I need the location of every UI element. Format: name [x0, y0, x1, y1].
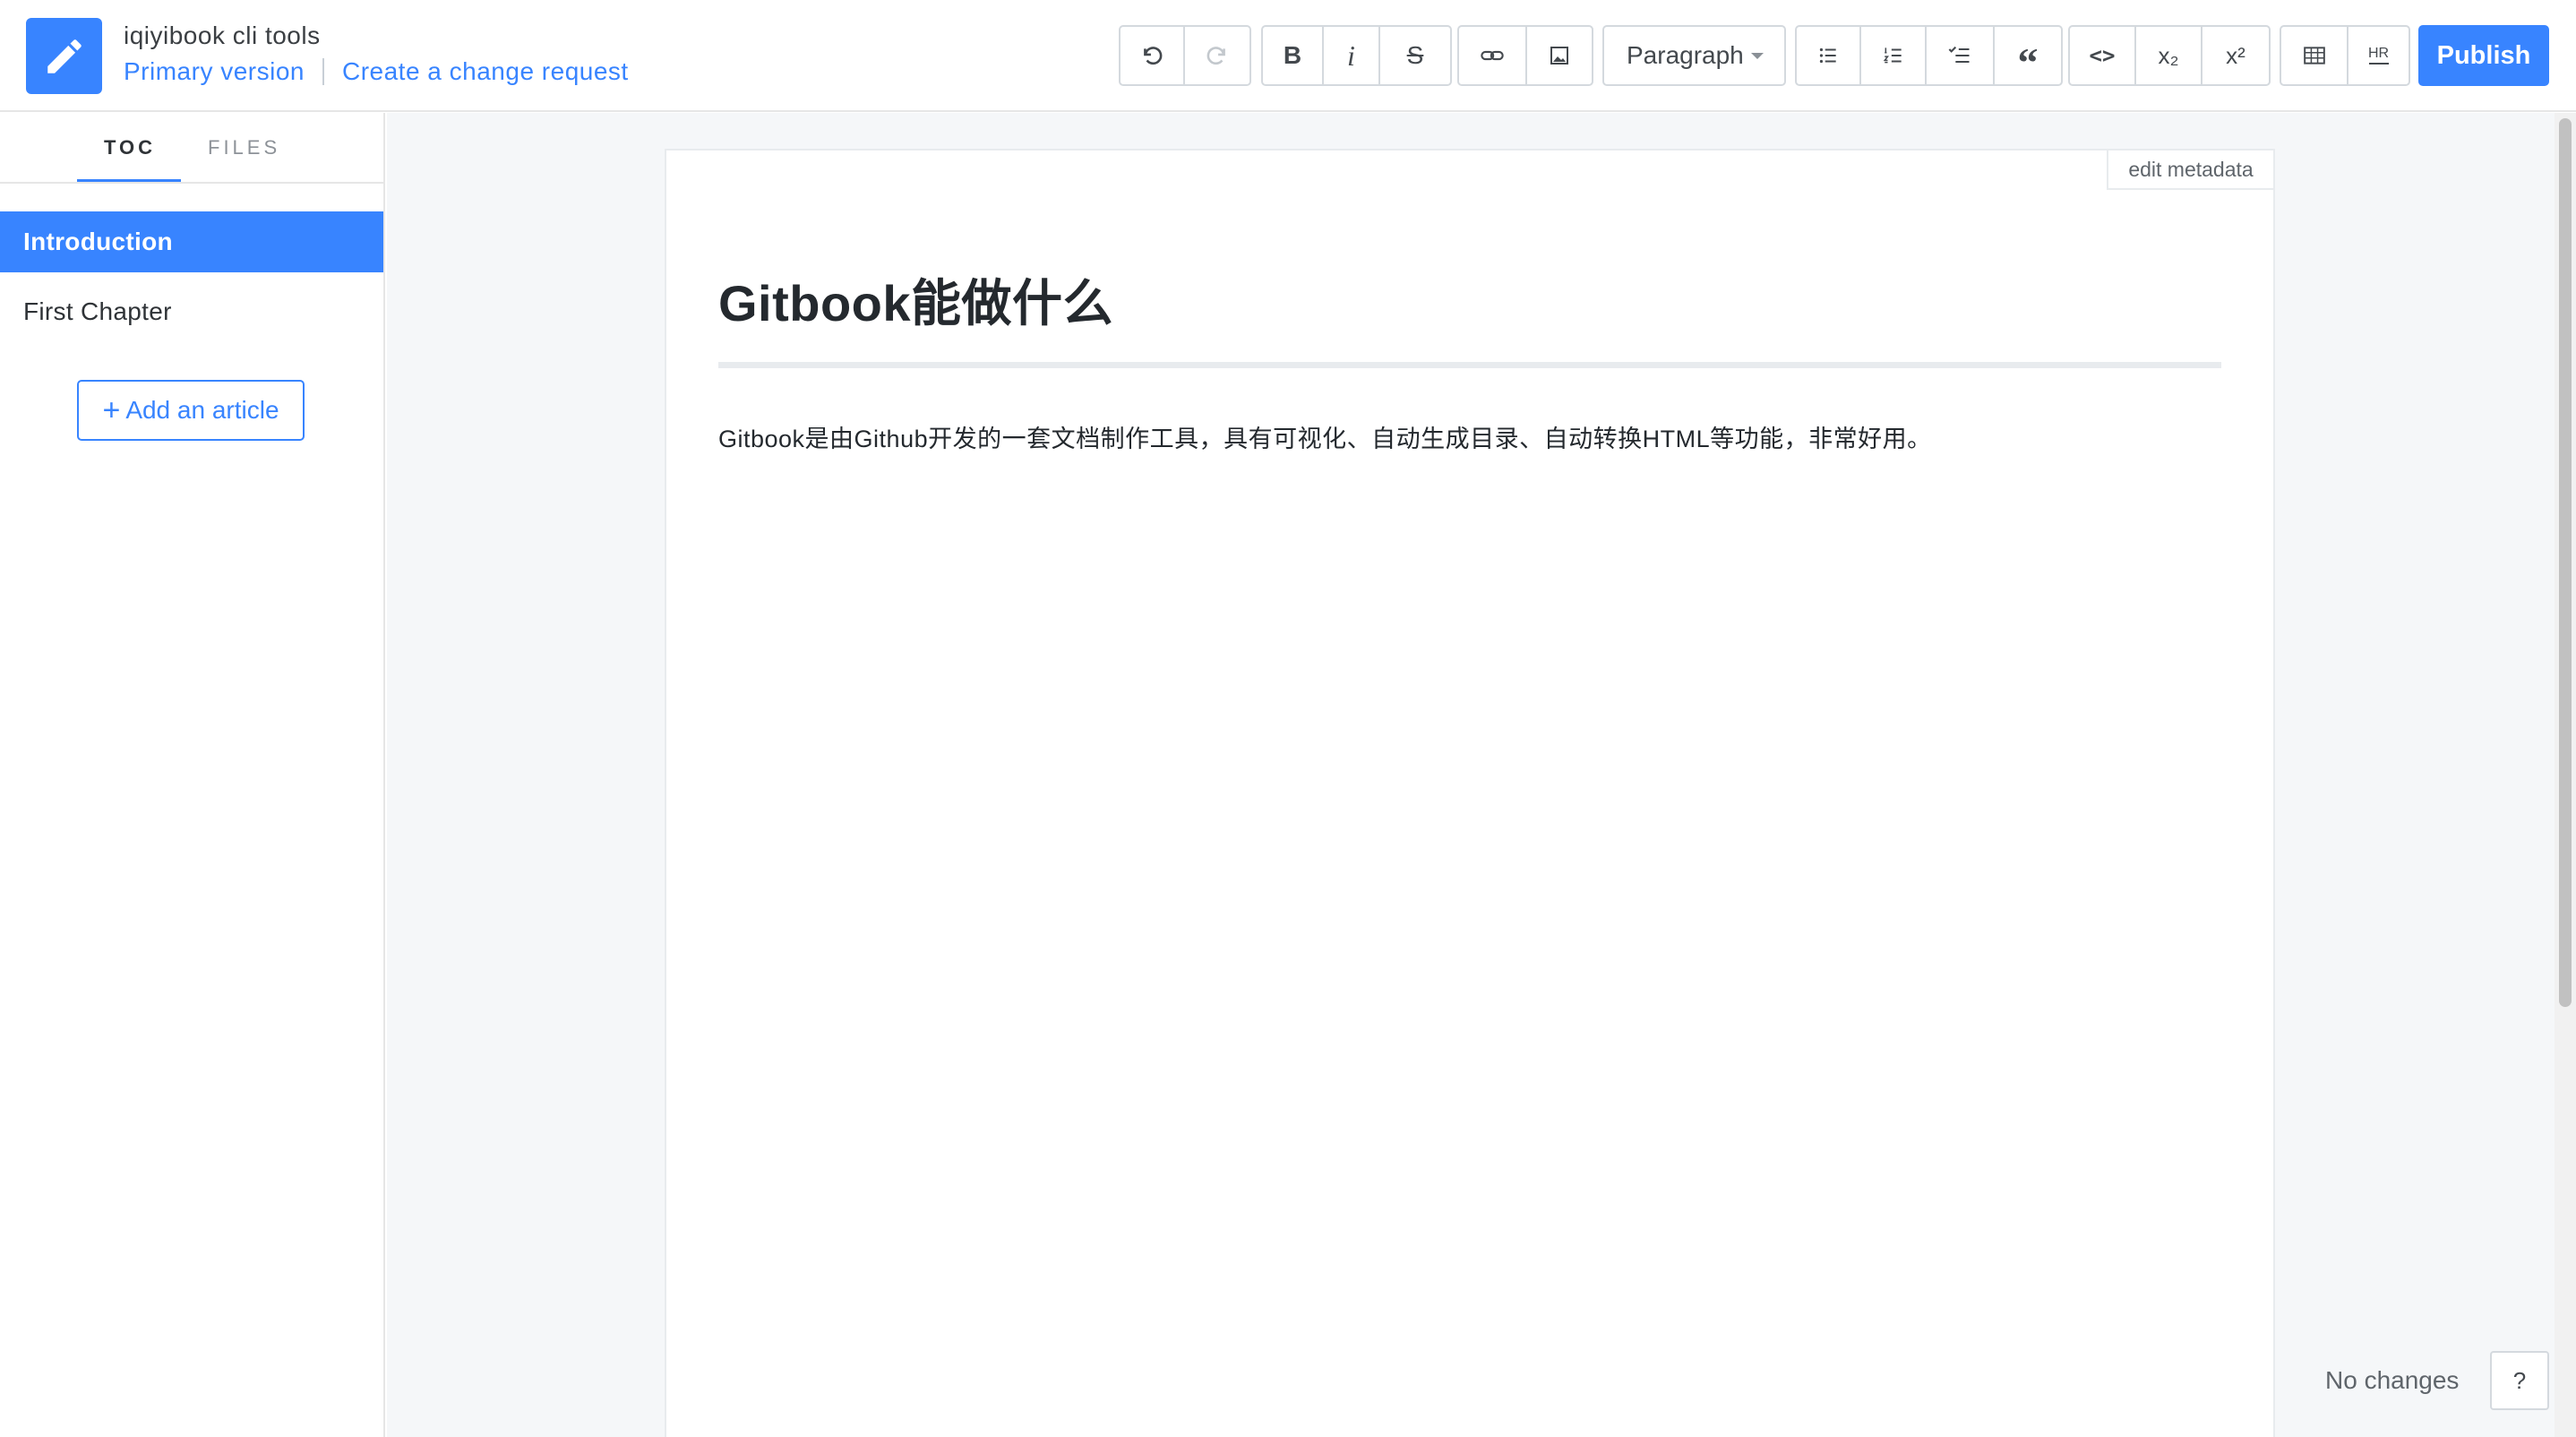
list-group: “ — [1795, 25, 2063, 86]
add-article-label: Add an article — [125, 396, 279, 424]
help-button[interactable]: ? — [2490, 1351, 2549, 1410]
undo-icon — [1144, 47, 1163, 65]
block-type-select[interactable]: Paragraph — [1602, 25, 1786, 86]
table-icon — [2303, 47, 2325, 65]
pencil-icon[interactable] — [26, 18, 102, 94]
undo-button[interactable] — [1121, 27, 1185, 84]
table-hr-group: HR — [2280, 25, 2410, 86]
link-button[interactable] — [1459, 27, 1527, 84]
history-group — [1119, 25, 1251, 86]
text-format-group: B i S — [1261, 25, 1452, 86]
app-title: iqiyibook cli tools — [124, 22, 321, 49]
numbered-list-button[interactable] — [1861, 27, 1927, 84]
bold-button[interactable]: B — [1263, 27, 1324, 84]
divider — [322, 58, 324, 85]
document-title[interactable]: Gitbook能做什么 — [718, 263, 1113, 336]
horizontal-rule-icon — [2368, 62, 2389, 65]
code-button[interactable]: <> — [2070, 27, 2136, 84]
sidebar: TOC FILES Introduction First Chapter + A… — [0, 113, 385, 1437]
active-tab-indicator — [77, 179, 181, 182]
superscript-button[interactable]: x² — [2202, 27, 2269, 84]
subscript-button[interactable]: x₂ — [2136, 27, 2202, 84]
insert-group — [1457, 25, 1593, 86]
blockquote-button[interactable]: “ — [1995, 27, 2061, 85]
bullet-list-button[interactable] — [1797, 27, 1861, 84]
toc-item-introduction[interactable]: Introduction — [0, 211, 383, 272]
publish-button[interactable]: Publish — [2418, 25, 2549, 86]
horizontal-rule-button[interactable]: HR — [2348, 27, 2409, 84]
save-status: No changes — [2325, 1366, 2460, 1394]
image-icon — [1550, 47, 1568, 65]
numbered-list-icon — [1883, 47, 1902, 64]
code-script-group: <> x₂ x² — [2068, 25, 2271, 86]
bullet-list-icon — [1819, 47, 1836, 64]
editor-area: edit metadata Gitbook能做什么 Gitbook是由Githu… — [387, 113, 2555, 1437]
redo-icon — [1206, 47, 1225, 65]
horizontal-rule-label: HR — [2367, 45, 2390, 61]
image-button[interactable] — [1527, 27, 1592, 84]
strikethrough-button[interactable]: S — [1380, 27, 1450, 84]
plus-icon: + — [102, 393, 121, 427]
add-article-button[interactable]: + Add an article — [77, 380, 305, 441]
top-bar: iqiyibook cli tools Primary version Crea… — [0, 0, 2576, 112]
title-divider — [718, 362, 2221, 368]
scrollbar[interactable] — [2555, 113, 2576, 1437]
italic-button[interactable]: i — [1324, 27, 1380, 84]
app-window: iqiyibook cli tools Primary version Crea… — [0, 0, 2576, 1437]
table-button[interactable] — [2281, 27, 2348, 84]
sidebar-tabs: TOC FILES — [0, 113, 383, 184]
document-page[interactable]: edit metadata Gitbook能做什么 Gitbook是由Githu… — [665, 149, 2275, 1437]
tab-files[interactable]: FILES — [208, 136, 280, 159]
toc-item-first-chapter[interactable]: First Chapter — [0, 281, 383, 342]
task-list-icon — [1948, 46, 1970, 64]
version-row: Primary version Create a change request — [124, 57, 629, 86]
create-change-request-link[interactable]: Create a change request — [342, 57, 629, 86]
block-type-label: Paragraph — [1627, 41, 1744, 69]
link-icon — [1481, 50, 1504, 61]
task-list-button[interactable] — [1927, 27, 1995, 84]
document-paragraph[interactable]: Gitbook是由Github开发的一套文档制作工具，具有可视化、自动生成目录、… — [718, 419, 1932, 454]
chevron-down-icon — [1750, 52, 1764, 59]
primary-version-link[interactable]: Primary version — [124, 57, 305, 86]
scrollbar-thumb[interactable] — [2559, 118, 2572, 1007]
edit-metadata-button[interactable]: edit metadata — [2107, 151, 2273, 190]
redo-button[interactable] — [1185, 27, 1249, 84]
tab-toc[interactable]: TOC — [104, 136, 156, 159]
